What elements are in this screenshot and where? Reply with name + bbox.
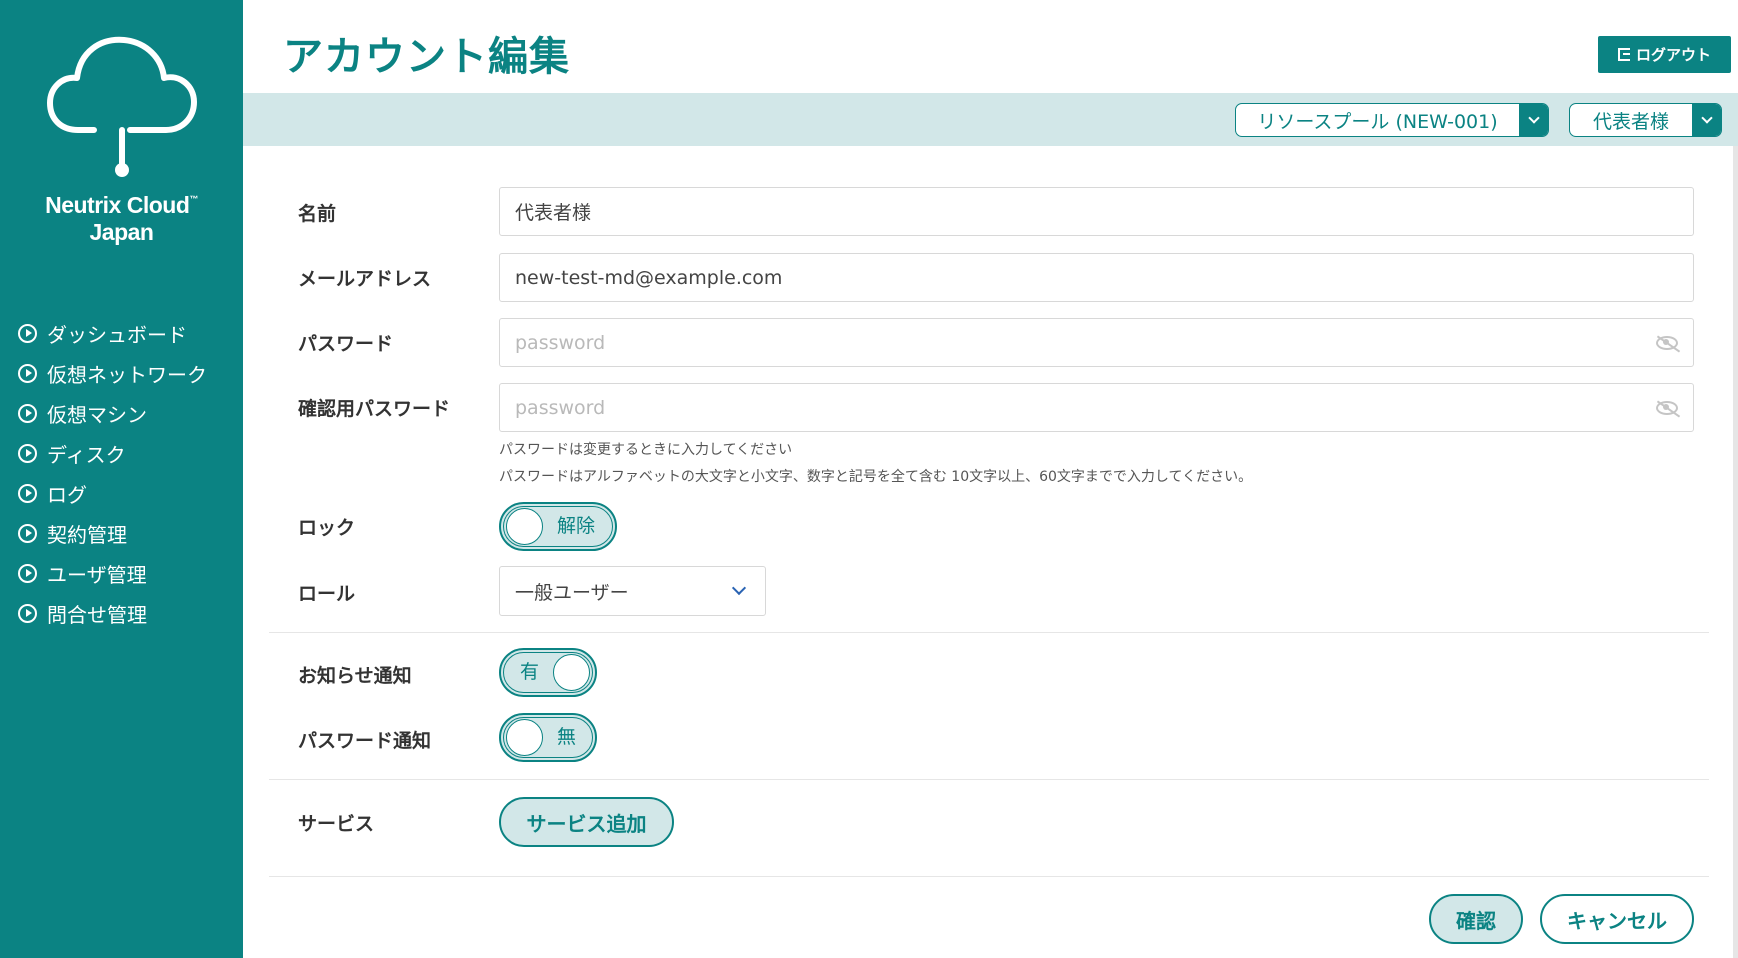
password-notice-toggle[interactable]: 無: [499, 713, 597, 762]
divider: [269, 632, 1709, 633]
context-bar: リソースプール (NEW-001) 代表者様: [243, 93, 1738, 146]
chevron-down-icon: [1692, 104, 1721, 136]
sidebar-item-label: ダッシュボード: [47, 322, 187, 347]
email-label: メールアドレス: [298, 268, 432, 290]
sidebar-item-inquiries[interactable]: 問合せ管理: [18, 593, 207, 633]
confirm-button[interactable]: 確認: [1429, 894, 1523, 944]
eye-off-icon[interactable]: [1656, 335, 1678, 350]
play-circle-icon: [18, 563, 37, 583]
confirm-password-input[interactable]: password: [499, 383, 1694, 432]
password-rule-text: パスワードはアルファベットの大文字と小文字、数字と記号を全て含む 10文字以上、…: [499, 469, 1253, 485]
lock-toggle[interactable]: 解除: [499, 502, 617, 551]
password-input[interactable]: password: [499, 318, 1694, 367]
sidebar-item-disk[interactable]: ディスク: [18, 433, 207, 473]
scrollbar[interactable]: [1733, 146, 1738, 958]
notice-toggle[interactable]: 有: [499, 648, 597, 697]
password-placeholder: password: [515, 331, 606, 354]
divider: [269, 779, 1709, 780]
play-circle-icon: [18, 443, 37, 463]
sidebar-item-label: ディスク: [47, 442, 126, 467]
lock-state: 解除: [557, 515, 596, 537]
toggle-knob: [553, 654, 590, 691]
sidebar-item-virtual-network[interactable]: 仮想ネットワーク: [18, 353, 207, 393]
chevron-down-icon: [731, 580, 747, 596]
sidebar-item-dashboard[interactable]: ダッシュボード: [18, 313, 207, 353]
sidebar-item-label: 仮想ネットワーク: [47, 362, 207, 387]
sidebar-item-label: ユーザ管理: [47, 562, 147, 587]
brand-region: Japan: [89, 219, 154, 245]
confirm-password-label: 確認用パスワード: [298, 398, 451, 420]
toggle-knob: [506, 508, 543, 545]
service-label: サービス: [298, 813, 375, 835]
logout-button[interactable]: ログアウト: [1598, 36, 1731, 73]
chevron-down-icon: [1519, 104, 1548, 136]
password-label: パスワード: [298, 333, 394, 355]
brand-logo: Neutrix Cloud™ Japan: [0, 30, 243, 245]
sidebar-item-log[interactable]: ログ: [18, 473, 207, 513]
password-help-text: パスワードは変更するときに入力してください: [499, 442, 793, 458]
play-circle-icon: [18, 523, 37, 543]
password-notice-label: パスワード通知: [298, 730, 432, 752]
user-menu-value: 代表者様: [1592, 110, 1669, 133]
play-circle-icon: [18, 603, 37, 623]
sidebar-item-contracts[interactable]: 契約管理: [18, 513, 207, 553]
divider: [269, 876, 1709, 877]
role-label: ロール: [298, 583, 356, 605]
user-menu-select[interactable]: 代表者様: [1569, 103, 1722, 137]
notice-label: お知らせ通知: [298, 665, 412, 687]
role-value: 一般ユーザー: [515, 581, 629, 604]
name-label: 名前: [298, 203, 337, 225]
notice-state: 有: [520, 661, 540, 683]
sidebar-item-label: 仮想マシン: [47, 402, 147, 427]
resource-pool-select[interactable]: リソースプール (NEW-001): [1235, 103, 1549, 137]
name-input[interactable]: 代表者様: [499, 187, 1694, 236]
cloud-logo-icon: [46, 36, 197, 177]
sidebar-item-label: 問合せ管理: [47, 602, 147, 627]
play-circle-icon: [18, 403, 37, 423]
sidebar-item-users[interactable]: ユーザ管理: [18, 553, 207, 593]
resource-pool-value: リソースプール (NEW-001): [1257, 110, 1498, 133]
sidebar: Neutrix Cloud™ Japan ダッシュボード 仮想ネットワーク 仮想…: [0, 0, 243, 958]
sidebar-item-label: 契約管理: [47, 522, 127, 547]
trademark: ™: [189, 194, 198, 204]
eye-off-icon[interactable]: [1656, 400, 1678, 415]
logout-icon: [1617, 48, 1630, 61]
email-input[interactable]: new-test-md@example.com: [499, 253, 1694, 302]
play-circle-icon: [18, 363, 37, 383]
logout-label: ログアウト: [1635, 46, 1711, 64]
toggle-knob: [506, 719, 543, 756]
confirm-password-placeholder: password: [515, 396, 606, 419]
sidebar-nav: ダッシュボード 仮想ネットワーク 仮想マシン ディスク ログ 契約管理 ユーザ管…: [18, 313, 207, 633]
email-value: new-test-md@example.com: [515, 266, 783, 289]
lock-label: ロック: [298, 517, 356, 539]
page-title: アカウント編集: [283, 34, 570, 80]
play-circle-icon: [18, 483, 37, 503]
cancel-button[interactable]: キャンセル: [1540, 894, 1694, 944]
sidebar-item-label: ログ: [47, 482, 87, 507]
role-select[interactable]: 一般ユーザー: [499, 566, 766, 616]
password-notice-state: 無: [557, 726, 577, 748]
play-circle-icon: [18, 323, 37, 343]
brand-name: Neutrix Cloud: [45, 192, 190, 218]
add-service-button[interactable]: サービス追加: [499, 797, 674, 847]
name-value: 代表者様: [515, 202, 592, 224]
sidebar-item-virtual-machine[interactable]: 仮想マシン: [18, 393, 207, 433]
